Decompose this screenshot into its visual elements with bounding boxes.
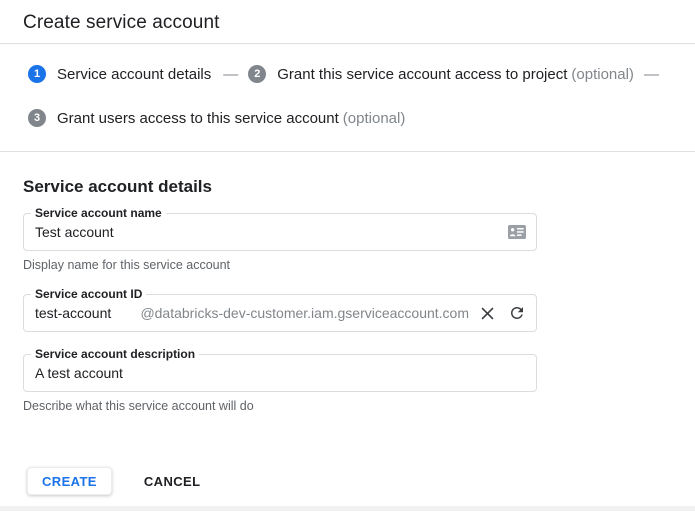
contact-card-icon [508,225,526,239]
service-account-name-label: Service account name [31,206,166,220]
service-account-description-label: Service account description [31,347,199,361]
stepper-row-2: 3 Grant users access to this service acc… [28,109,671,127]
stepper: 1 Service account details — 2 Grant this… [0,44,695,151]
step-3-optional-label: (optional) [343,110,406,127]
clear-icon[interactable] [479,305,496,322]
service-account-description-field: Service account description [23,354,537,392]
page-title: Create service account [23,12,671,34]
step-1-label: Service account details [57,66,211,83]
refresh-icon[interactable] [508,304,526,322]
service-account-id-domain-suffix: @databricks-dev-customer.iam.gserviceacc… [140,305,469,321]
step-2-optional-label: (optional) [571,66,634,83]
stepper-divider [0,151,695,152]
step-separator-dash: — [223,66,238,83]
service-account-name-helper: Display name for this service account [23,258,537,272]
stepper-row-1: 1 Service account details — 2 Grant this… [28,65,671,83]
section-heading: Service account details [23,177,671,197]
service-account-name-field: Service account name [23,213,537,251]
step-3-label: Grant users access to this service accou… [57,110,339,127]
service-account-name-input[interactable] [35,224,508,240]
cancel-button[interactable]: CANCEL [136,467,209,495]
service-account-description-input[interactable] [35,365,526,381]
form-actions: CREATE CANCEL [27,467,695,495]
service-account-id-label: Service account ID [31,287,146,301]
service-account-description-helper: Describe what this service account will … [23,399,537,413]
service-account-id-input[interactable] [35,305,140,321]
service-account-form: Service account name Display name for th… [23,213,537,413]
step-2-grant-access-to-project[interactable]: 2 Grant this service account access to p… [248,65,634,83]
step-separator-dash: — [644,66,659,83]
bottom-edge-strip [0,506,695,511]
service-account-id-field: Service account ID @databricks-dev-custo… [23,294,537,332]
page-header: Create service account [0,0,695,43]
step-1-number-icon: 1 [28,65,46,83]
step-3-grant-users-access[interactable]: 3 Grant users access to this service acc… [28,109,405,127]
step-2-number-icon: 2 [248,65,266,83]
step-2-label: Grant this service account access to pro… [277,66,567,83]
step-1-service-account-details[interactable]: 1 Service account details [28,65,211,83]
step-3-number-icon: 3 [28,109,46,127]
create-button[interactable]: CREATE [27,467,112,495]
